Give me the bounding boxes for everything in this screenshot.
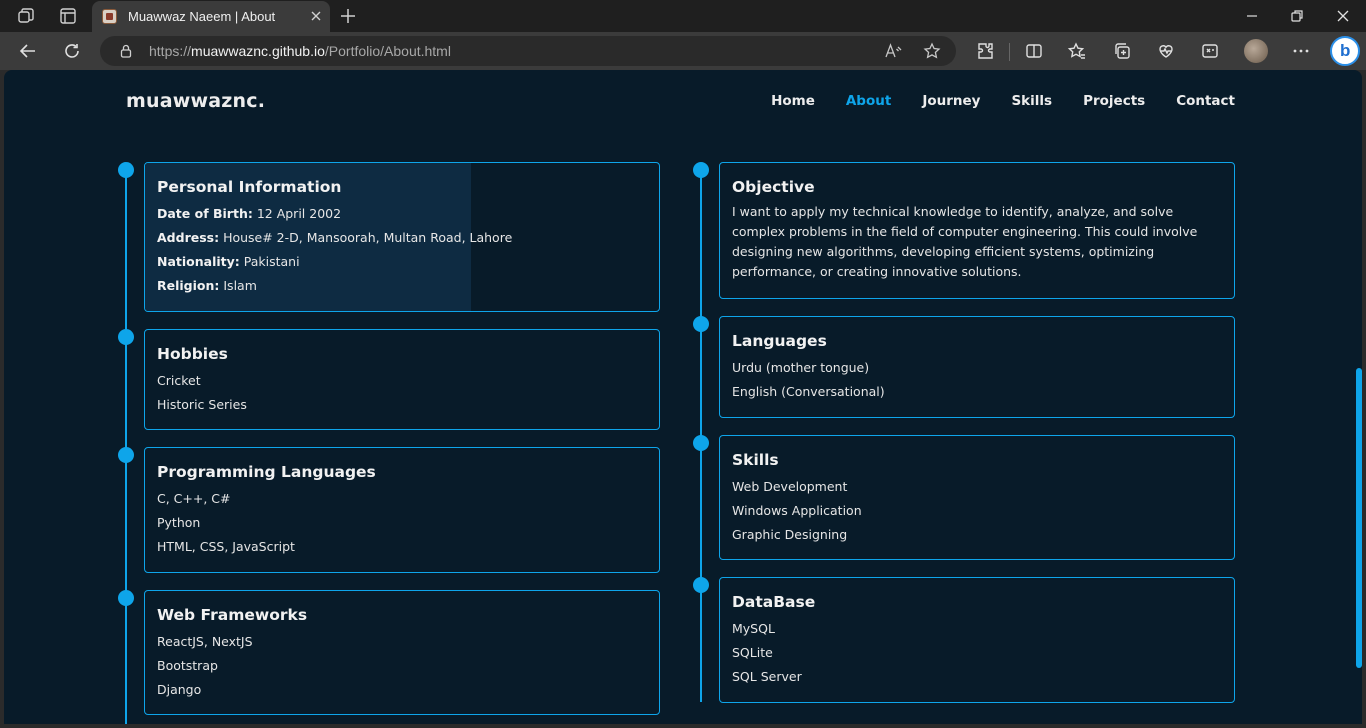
card-database: DataBase MySQL SQLite SQL Server (719, 577, 1235, 703)
url-text[interactable]: https://muawwaznc.github.io/Portfolio/Ab… (149, 43, 451, 59)
timeline-dot (693, 577, 709, 593)
card-personal-information: Personal Information Date of Birth: 12 A… (144, 162, 660, 312)
restore-icon[interactable] (1287, 6, 1307, 26)
info-value: House# 2-D, Mansoorah, Multan Road, Laho… (219, 230, 513, 245)
timeline-dot (693, 162, 709, 178)
list-item: HTML, CSS, JavaScript (157, 539, 295, 554)
toolbar-divider (1009, 43, 1010, 61)
card-title: DataBase (732, 593, 816, 611)
site-navigation: Home About Journey Skills Projects Conta… (771, 93, 1235, 109)
back-icon[interactable] (18, 41, 38, 61)
nav-projects[interactable]: Projects (1083, 93, 1145, 109)
split-screen-icon[interactable] (1024, 41, 1044, 61)
window-close-icon[interactable] (1333, 6, 1353, 26)
nav-about[interactable]: About (846, 93, 891, 109)
scrollbar-thumb[interactable] (1356, 368, 1362, 668)
page-viewport: muawwaznc. Home About Journey Skills Pro… (4, 70, 1362, 724)
profile-avatar[interactable] (1244, 39, 1268, 63)
url-path: /Portfolio/About.html (324, 43, 451, 59)
close-icon[interactable] (308, 8, 324, 24)
card-title: Languages (732, 332, 827, 350)
list-item: Historic Series (157, 397, 247, 412)
favorites-icon[interactable] (1067, 41, 1087, 61)
workspaces-icon[interactable] (16, 6, 36, 26)
plus-icon[interactable] (338, 6, 358, 26)
info-key: Date of Birth: (157, 206, 253, 221)
card-programming-languages: Programming Languages C, C++, C# Python … (144, 447, 660, 573)
active-tab[interactable]: Muawwaz Naeem | About (92, 1, 330, 32)
nav-contact[interactable]: Contact (1176, 93, 1235, 109)
timeline-dot (118, 590, 134, 606)
extensions-icon[interactable] (975, 41, 995, 61)
tab-title: Muawwaz Naeem | About (128, 9, 276, 24)
list-item: MySQL (732, 621, 775, 636)
info-value: 12 April 2002 (252, 206, 342, 221)
timeline-dot (118, 447, 134, 463)
info-value: Pakistani (239, 254, 300, 269)
url-scheme: https:// (149, 43, 192, 59)
info-key: Nationality: (157, 254, 240, 269)
objective-text: I want to apply my technical knowledge t… (732, 204, 1198, 279)
list-item: ReactJS, NextJS (157, 634, 253, 649)
card-web-frameworks: Web Frameworks ReactJS, NextJS Bootstrap… (144, 590, 660, 715)
info-value: Islam (219, 278, 257, 293)
lock-icon[interactable] (118, 43, 134, 59)
bing-icon[interactable]: b (1330, 36, 1360, 66)
card-hobbies: Hobbies Cricket Historic Series (144, 329, 660, 430)
timeline-dot (693, 435, 709, 451)
timeline-dot (118, 329, 134, 345)
list-item: SQLite (732, 645, 773, 660)
nav-journey[interactable]: Journey (922, 93, 980, 109)
star-icon[interactable] (923, 42, 941, 60)
tab-actions-icon[interactable] (58, 6, 78, 26)
screenshot-icon[interactable] (1200, 41, 1220, 61)
url-host: muawwaznc.github.io (191, 43, 325, 59)
site-favicon-icon (102, 9, 117, 24)
list-item: Bootstrap (157, 658, 218, 673)
list-item: Urdu (mother tongue) (732, 360, 870, 375)
performance-icon[interactable] (1156, 41, 1176, 61)
card-title: Objective (732, 178, 815, 196)
card-title: Web Frameworks (157, 606, 308, 624)
card-skills: Skills Web Development Windows Applicati… (719, 435, 1235, 560)
list-item: English (Conversational) (732, 384, 885, 399)
info-key: Religion: (157, 278, 220, 293)
list-item: C, C++, C# (157, 491, 231, 506)
card-title: Skills (732, 451, 779, 469)
list-item: Graphic Designing (732, 527, 848, 542)
list-item: SQL Server (732, 669, 802, 684)
refresh-icon[interactable] (62, 41, 82, 61)
list-item: Cricket (157, 373, 201, 388)
card-title: Personal Information (157, 178, 342, 196)
info-row: Religion: Islam (157, 274, 647, 298)
info-row: Nationality: Pakistani (157, 250, 647, 274)
list-item: Python (157, 515, 201, 530)
timeline-dot (693, 316, 709, 332)
address-bar[interactable]: https://muawwaznc.github.io/Portfolio/Ab… (100, 36, 956, 66)
info-key: Address: (157, 230, 220, 245)
collections-icon[interactable] (1112, 41, 1132, 61)
minimize-icon[interactable] (1242, 6, 1262, 26)
card-languages: Languages Urdu (mother tongue) English (… (719, 316, 1235, 418)
tab-bar: Muawwaz Naeem | About (0, 0, 1366, 32)
browser-toolbar: https://muawwaznc.github.io/Portfolio/Ab… (0, 32, 1366, 70)
timeline-dot (118, 162, 134, 178)
more-icon[interactable] (1291, 41, 1311, 61)
card-title: Programming Languages (157, 463, 376, 481)
site-logo[interactable]: muawwaznc. (126, 90, 265, 112)
nav-home[interactable]: Home (771, 93, 815, 109)
list-item: Web Development (732, 479, 848, 494)
read-aloud-icon[interactable] (884, 42, 902, 60)
info-row: Address: House# 2-D, Mansoorah, Multan R… (157, 226, 647, 250)
card-objective: Objective I want to apply my technical k… (719, 162, 1235, 299)
card-title: Hobbies (157, 345, 228, 363)
nav-skills[interactable]: Skills (1011, 93, 1052, 109)
list-item: Django (157, 682, 202, 697)
list-item: Windows Application (732, 503, 862, 518)
info-row: Date of Birth: 12 April 2002 (157, 202, 647, 226)
